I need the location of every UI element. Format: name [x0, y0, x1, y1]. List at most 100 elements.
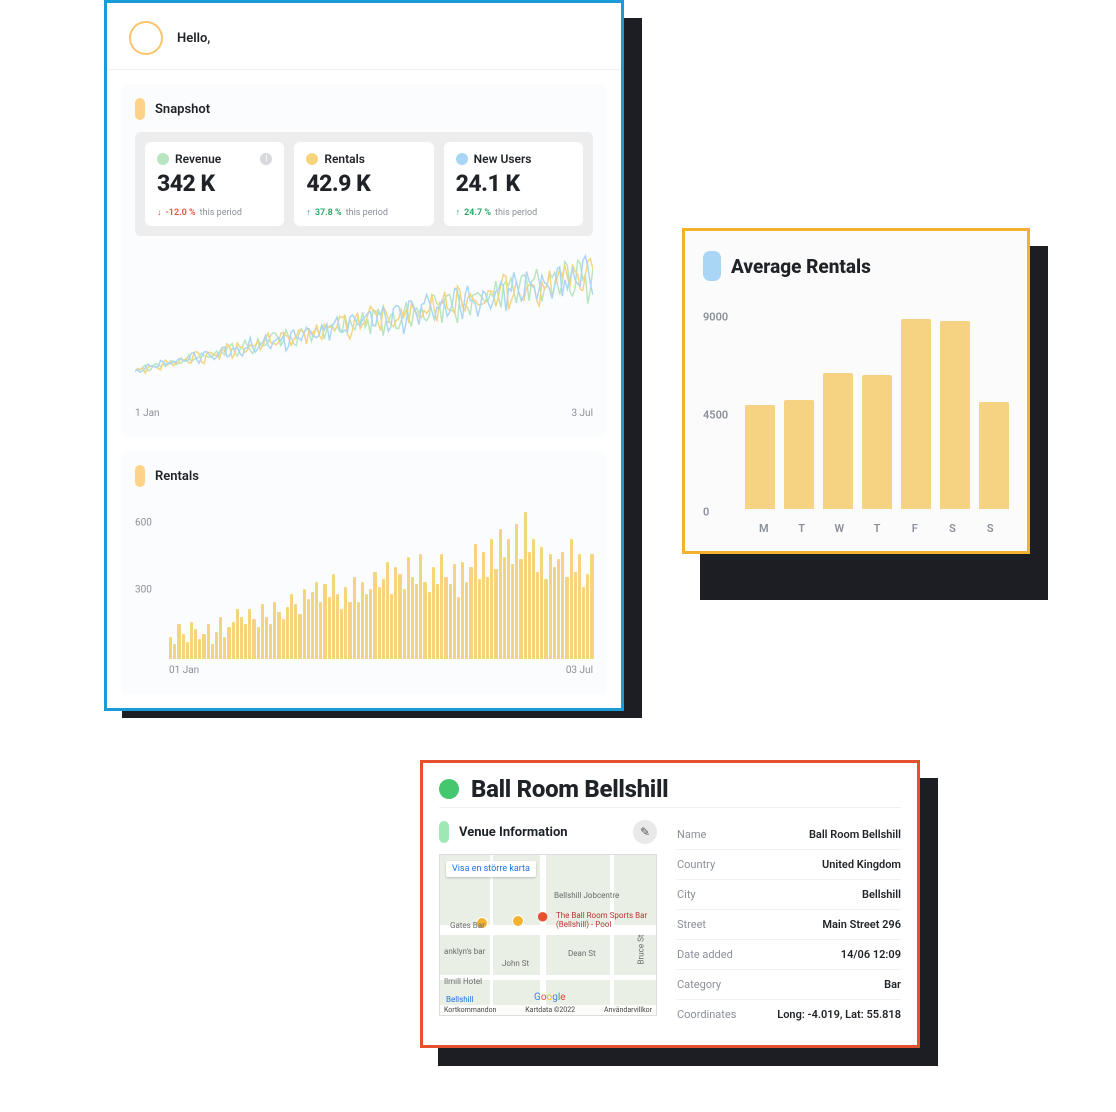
- bar: [784, 400, 814, 509]
- info-value: Ball Room Bellshill: [809, 828, 901, 841]
- bar: [244, 624, 247, 659]
- bar: [319, 602, 322, 660]
- bar: [369, 589, 372, 659]
- google-logo: Google: [534, 992, 566, 1003]
- info-value: Bar: [884, 978, 901, 991]
- bar: [578, 554, 581, 659]
- avg-bars: [745, 305, 1009, 509]
- bar: [348, 602, 351, 660]
- bar: [182, 634, 185, 659]
- bar: [394, 567, 397, 660]
- map-pin-icon: ●: [536, 903, 549, 929]
- info-row: StreetMain Street 296: [677, 910, 901, 940]
- bar: [382, 579, 385, 659]
- snapshot-title: Snapshot: [155, 102, 210, 117]
- avatar[interactable]: [129, 21, 163, 55]
- map-poi-label: Gates Bar: [450, 921, 485, 930]
- info-icon[interactable]: i: [260, 153, 272, 165]
- bar: [386, 562, 389, 660]
- kpi-value: 24.1 K: [456, 170, 571, 197]
- map-street-label: John St: [502, 959, 529, 968]
- bar: [261, 604, 264, 659]
- bar: [528, 552, 531, 660]
- rentals-bars: [169, 509, 593, 659]
- section-pill-icon: [703, 251, 721, 281]
- map-poi-label: Bellshill Jobcentre: [554, 891, 619, 900]
- x-tick: T: [858, 522, 896, 535]
- bar: [490, 539, 493, 659]
- map-footer: Kortkommandon Kartdata ©2022 Användarvil…: [440, 1005, 656, 1015]
- bar: [940, 321, 970, 509]
- kpi-label: Rentals: [324, 152, 365, 166]
- line-chart-svg: [135, 252, 593, 402]
- bar: [532, 539, 535, 659]
- x-tick: F: [896, 522, 934, 535]
- kpi-label: New Users: [474, 152, 532, 166]
- bar: [303, 589, 306, 659]
- bar: [536, 572, 539, 660]
- bar: [411, 577, 414, 660]
- average-rentals-title: Average Rentals: [731, 255, 871, 278]
- bar: [561, 552, 564, 660]
- bar: [236, 609, 239, 659]
- line-series: [135, 261, 593, 372]
- bar: [357, 602, 360, 660]
- bar: [290, 594, 293, 659]
- ytick: 0: [703, 506, 709, 519]
- edit-button[interactable]: ✎: [633, 820, 657, 844]
- ytick: 4500: [703, 409, 728, 422]
- bar: [378, 587, 381, 660]
- bar: [449, 584, 452, 659]
- bar: [227, 627, 230, 660]
- bar: [298, 614, 301, 659]
- bar: [590, 554, 593, 659]
- bar: [507, 539, 510, 659]
- bar: [574, 572, 577, 660]
- kpi-delta: ↓ -12.0 % this period: [157, 207, 272, 218]
- bar: [252, 619, 255, 659]
- map-shortcuts-link[interactable]: Kortkommandon: [444, 1006, 496, 1014]
- info-key: Category: [677, 978, 721, 991]
- bar: [423, 582, 426, 660]
- map-poi-label: Bellshill: [446, 995, 474, 1004]
- bar: [361, 582, 364, 660]
- kpi-label: Revenue: [175, 152, 221, 166]
- map-poi-icon: [512, 915, 524, 927]
- kpi-dot-icon: [456, 153, 468, 165]
- bar: [511, 564, 514, 659]
- bar: [365, 594, 368, 659]
- bar: [482, 552, 485, 660]
- info-row: CoordinatesLong: -4.019, Lat: 55.818: [677, 1000, 901, 1029]
- bar: [457, 597, 460, 660]
- kpi-revenue[interactable]: Revenue i 342 K ↓ -12.0 % this period: [145, 142, 284, 226]
- bar: [503, 557, 506, 660]
- bar: [432, 567, 435, 660]
- kpi-rentals[interactable]: Rentals 42.9 K ↑ 37.8 % this period: [294, 142, 433, 226]
- bar: [444, 577, 447, 660]
- bar: [282, 619, 285, 659]
- bar: [173, 644, 176, 659]
- bar: [440, 554, 443, 659]
- map-pin-label: The Ball Room Sports Bar (Bellshill) - P…: [556, 911, 656, 929]
- bar: [453, 564, 456, 659]
- kpi-new-users[interactable]: New Users 24.1 K ↑ 24.7 % this period: [444, 142, 583, 226]
- info-key: Name: [677, 828, 706, 841]
- x-tick: S: [971, 522, 1009, 535]
- map-terms-link[interactable]: Användarvillkor: [604, 1006, 652, 1014]
- bar: [232, 622, 235, 660]
- bar: [586, 574, 589, 659]
- bar: [336, 594, 339, 659]
- ytick: 9000: [703, 310, 728, 323]
- map-expand-link[interactable]: Visa en större karta: [446, 861, 536, 877]
- info-value: Bellshill: [862, 888, 901, 901]
- x-tick: S: [934, 522, 972, 535]
- section-pill-icon: [135, 98, 145, 120]
- info-value: 14/06 12:09: [841, 948, 901, 961]
- bar: [407, 557, 410, 660]
- info-value: Long: -4.019, Lat: 55.818: [777, 1008, 901, 1021]
- bar: [257, 627, 260, 660]
- info-row: CountryUnited Kingdom: [677, 850, 901, 880]
- venue-map[interactable]: Visa en större karta Gates Bar anklyn's …: [439, 854, 657, 1016]
- kpi-dot-icon: [157, 153, 169, 165]
- bar: [177, 624, 180, 659]
